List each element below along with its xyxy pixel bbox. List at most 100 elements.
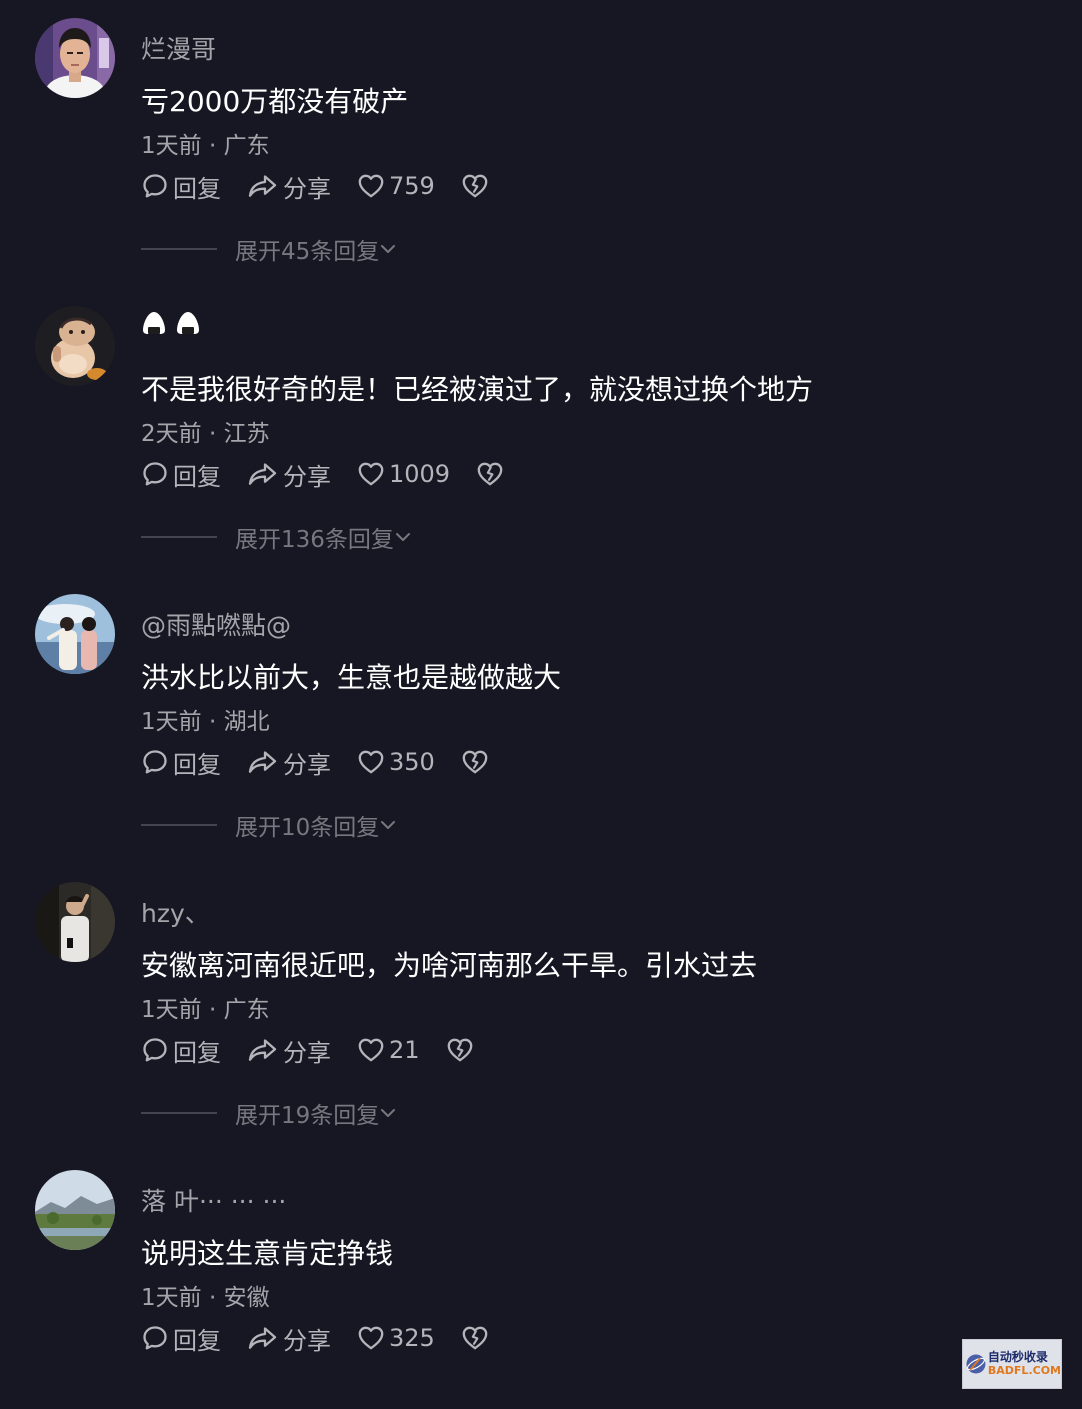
like-button[interactable]: 325 <box>357 1324 435 1352</box>
expand-replies[interactable]: 展开136条回复 <box>141 520 412 554</box>
share-icon <box>247 1324 279 1352</box>
comment-actions: 回复 分享 21 <box>141 1032 500 1068</box>
dislike-button[interactable] <box>461 748 489 776</box>
comment-item: 落 叶··· ··· ··· 说明这生意肯定挣钱 1天前 · 安徽 回复 分享 … <box>0 1152 1082 1409</box>
username[interactable]: @雨點嘫點@ <box>141 606 291 642</box>
heart-icon <box>357 1036 385 1064</box>
share-button[interactable]: 分享 <box>247 457 331 492</box>
comment-meta: 1天前 · 广东 <box>141 133 270 159</box>
share-label: 分享 <box>283 174 331 203</box>
chevron-down-icon <box>379 240 397 258</box>
avatar[interactable] <box>35 882 115 962</box>
share-button[interactable]: 分享 <box>247 745 331 780</box>
divider <box>141 248 217 250</box>
watermark: 自动秒收录 BADFL.COM <box>962 1339 1062 1389</box>
comment-item: 不是我很好奇的是！已经被演过了，就没想过换个地方 2天前 · 江苏 回复 分享 … <box>0 288 1082 576</box>
dislike-button[interactable] <box>461 1324 489 1352</box>
reply-label: 回复 <box>173 174 221 203</box>
comment-meta: 1天前 · 广东 <box>141 997 270 1023</box>
comment-text: 亏2000万都没有破产 <box>141 85 409 118</box>
reply-button[interactable]: 回复 <box>141 1033 221 1068</box>
dislike-button[interactable] <box>461 172 489 200</box>
divider <box>141 536 217 538</box>
comment-actions: 回复 分享 325 <box>141 1320 515 1356</box>
like-button[interactable]: 350 <box>357 748 435 776</box>
like-count: 21 <box>389 1036 420 1064</box>
dislike-button[interactable] <box>446 1036 474 1064</box>
comment-item: hzy、 安徽离河南很近吧，为啥河南那么干旱。引水过去 1天前 · 广东 回复 … <box>0 864 1082 1152</box>
like-count: 759 <box>389 172 435 200</box>
broken-heart-icon <box>446 1036 474 1064</box>
like-button[interactable]: 759 <box>357 172 435 200</box>
like-count: 1009 <box>389 460 451 488</box>
share-icon <box>247 748 279 776</box>
broken-heart-icon <box>476 460 504 488</box>
heart-icon <box>357 1324 385 1352</box>
share-icon <box>247 172 279 200</box>
chevron-down-icon <box>379 1104 397 1122</box>
share-label: 分享 <box>283 462 331 491</box>
divider <box>141 824 217 826</box>
comment-actions: 回复 分享 1009 <box>141 456 530 492</box>
comment-text: 安徽离河南很近吧，为啥河南那么干旱。引水过去 <box>141 949 758 982</box>
divider <box>141 1112 217 1114</box>
reply-label: 回复 <box>173 1038 221 1067</box>
heart-icon <box>357 460 385 488</box>
expand-label: 展开10条回复 <box>235 815 380 841</box>
share-button[interactable]: 分享 <box>247 169 331 204</box>
avatar[interactable] <box>35 18 115 98</box>
like-count: 325 <box>389 1324 435 1352</box>
expand-replies[interactable]: 展开19条回复 <box>141 1096 397 1130</box>
avatar[interactable] <box>35 306 115 386</box>
share-label: 分享 <box>283 750 331 779</box>
comment-actions: 回复 分享 350 <box>141 744 515 780</box>
heart-icon <box>357 748 385 776</box>
avatar[interactable] <box>35 1170 115 1250</box>
username-emoji[interactable] <box>141 310 201 336</box>
reply-icon <box>141 172 169 200</box>
reply-button[interactable]: 回复 <box>141 745 221 780</box>
like-button[interactable]: 1009 <box>357 460 450 488</box>
globe-logo-icon <box>966 1354 986 1374</box>
share-label: 分享 <box>283 1038 331 1067</box>
share-button[interactable]: 分享 <box>247 1033 331 1068</box>
like-count: 350 <box>389 748 435 776</box>
chevron-down-icon <box>394 528 412 546</box>
share-icon <box>247 460 279 488</box>
reply-button[interactable]: 回复 <box>141 169 221 204</box>
username[interactable]: hzy、 <box>141 894 210 930</box>
share-button[interactable]: 分享 <box>247 1321 331 1356</box>
broken-heart-icon <box>461 172 489 200</box>
comment-actions: 回复 分享 759 <box>141 168 515 204</box>
share-icon <box>247 1036 279 1064</box>
comment-text: 洪水比以前大，生意也是越做越大 <box>141 661 562 694</box>
reply-icon <box>141 748 169 776</box>
heart-icon <box>357 172 385 200</box>
reply-button[interactable]: 回复 <box>141 1321 221 1356</box>
comment-item: @雨點嘫點@ 洪水比以前大，生意也是越做越大 1天前 · 湖北 回复 分享 35… <box>0 576 1082 864</box>
reply-button[interactable]: 回复 <box>141 457 221 492</box>
comment-text: 不是我很好奇的是！已经被演过了，就没想过换个地方 <box>141 373 814 406</box>
comment-text: 说明这生意肯定挣钱 <box>141 1237 394 1270</box>
expand-label: 展开136条回复 <box>235 527 394 553</box>
reply-label: 回复 <box>173 750 221 779</box>
expand-replies[interactable]: 展开45条回复 <box>141 232 397 266</box>
reply-icon <box>141 1324 169 1352</box>
chevron-down-icon <box>379 816 397 834</box>
reply-icon <box>141 460 169 488</box>
onigiri-icon <box>177 312 199 334</box>
broken-heart-icon <box>461 1324 489 1352</box>
comment-meta: 1天前 · 湖北 <box>141 709 270 735</box>
dislike-button[interactable] <box>476 460 504 488</box>
username[interactable]: 烂漫哥 <box>141 30 216 66</box>
like-button[interactable]: 21 <box>357 1036 420 1064</box>
expand-label: 展开45条回复 <box>235 239 380 265</box>
reply-label: 回复 <box>173 1326 221 1355</box>
avatar[interactable] <box>35 594 115 674</box>
username[interactable]: 落 叶··· ··· ··· <box>141 1182 286 1218</box>
share-label: 分享 <box>283 1326 331 1355</box>
expand-replies[interactable]: 展开10条回复 <box>141 808 397 842</box>
reply-icon <box>141 1036 169 1064</box>
comment-meta: 2天前 · 江苏 <box>141 421 270 447</box>
onigiri-icon <box>143 312 165 334</box>
